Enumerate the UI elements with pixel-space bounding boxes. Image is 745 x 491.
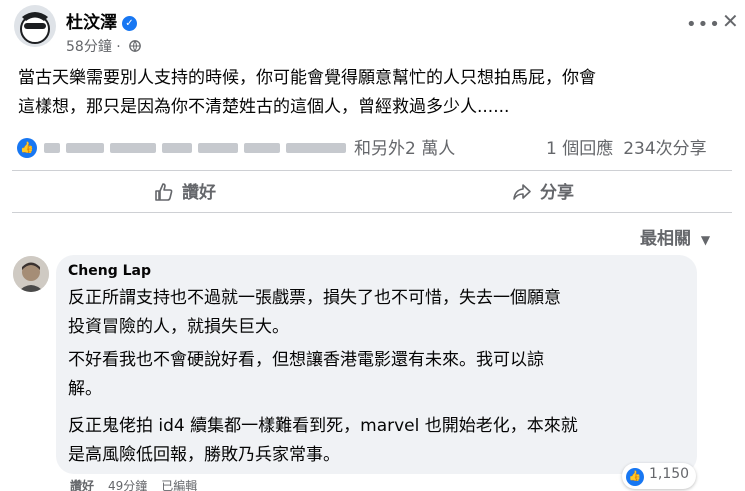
comment-time[interactable]: 49分鐘 [108, 479, 147, 491]
reactors-summary[interactable]: 和另外2 萬人 [354, 134, 455, 159]
comment-line: 是高風險低回報，勝敗乃兵家常事。 [68, 445, 340, 465]
comment-paragraph: 反正鬼佬拍 id4 續集都一樣難看到死，marvel 也開始老化，本來就 是高風… [68, 412, 683, 470]
comment-line: 不好看我也不會硬說好看，但想讓香港電影還有未來。我可以諒 [68, 350, 544, 370]
verified-badge-icon: ✓ [122, 16, 137, 31]
like-button-label: 讚好 [182, 183, 216, 203]
divider [12, 212, 732, 213]
close-icon[interactable]: ✕ [722, 9, 739, 33]
post-text-line: 當古天樂需要別人支持的時候，你可能會覺得願意幫忙的人只想拍馬屁，你會 [18, 68, 596, 88]
comment-paragraph: 不好看我也不會硬說好看，但想讓香港電影還有未來。我可以諒 解。 [68, 346, 683, 404]
like-button[interactable]: 讚好 [154, 178, 216, 203]
comment-edited-label: 已編輯 [161, 479, 198, 491]
divider [12, 170, 732, 171]
author-avatar[interactable] [14, 5, 56, 47]
share-icon [513, 184, 531, 200]
post-text: 當古天樂需要別人支持的時候，你可能會覺得願意幫忙的人只想拍馬屁，你會 這樣想，那… [18, 64, 738, 122]
comment-line: 反正鬼佬拍 id4 續集都一樣難看到死，marvel 也開始老化，本來就 [68, 416, 578, 436]
commenter-avatar[interactable] [13, 256, 49, 292]
share-count[interactable]: 234次分享 [623, 139, 706, 159]
blurred-reactor-names [44, 139, 349, 157]
comment-like-count: 1,150 [649, 466, 690, 482]
post-stats: 1 個回應 234次分享 [546, 134, 707, 159]
comment-actions: 讚好 49分鐘 已編輯 [70, 477, 211, 491]
comment-paragraph: 反正所謂支持也不過就一張戲票，損失了也不可惜，失去一個願意 投資冒險的人，就損失… [68, 284, 683, 342]
comment-line: 投資冒險的人，就損失巨大。 [68, 317, 289, 337]
sort-label: 最相關 [640, 229, 691, 249]
comment-sort-dropdown[interactable]: 最相關 ▼ [640, 224, 710, 249]
comment-reaction-count[interactable]: 👍 1,150 [622, 463, 697, 489]
comment-line: 解。 [68, 379, 102, 399]
post-meta: 58分鐘 · [66, 36, 142, 56]
chevron-down-icon: ▼ [700, 233, 711, 247]
author-name[interactable]: 杜汶澤 [66, 13, 117, 33]
comment-like-button[interactable]: 讚好 [70, 479, 94, 491]
share-button-label: 分享 [540, 183, 574, 203]
thumbs-up-icon [155, 183, 173, 201]
share-button[interactable]: 分享 [512, 178, 574, 203]
like-reaction-icon: 👍 [626, 468, 644, 486]
post-text-line: 這樣想，那只是因為你不清楚姓古的這個人，曾經救過多少人...... [18, 97, 510, 117]
comment-line: 反正所謂支持也不過就一張戲票，損失了也不可惜，失去一個願意 [68, 288, 561, 308]
post-time[interactable]: 58分鐘 [66, 39, 112, 55]
more-options-icon[interactable]: ••• [686, 14, 721, 35]
post-author[interactable]: 杜汶澤 ✓ [66, 8, 137, 33]
commenter-name[interactable]: Cheng Lap [68, 263, 151, 279]
globe-icon [129, 40, 142, 52]
comment-count[interactable]: 1 個回應 [546, 139, 613, 159]
like-reaction-icon[interactable]: 👍 [17, 138, 37, 158]
